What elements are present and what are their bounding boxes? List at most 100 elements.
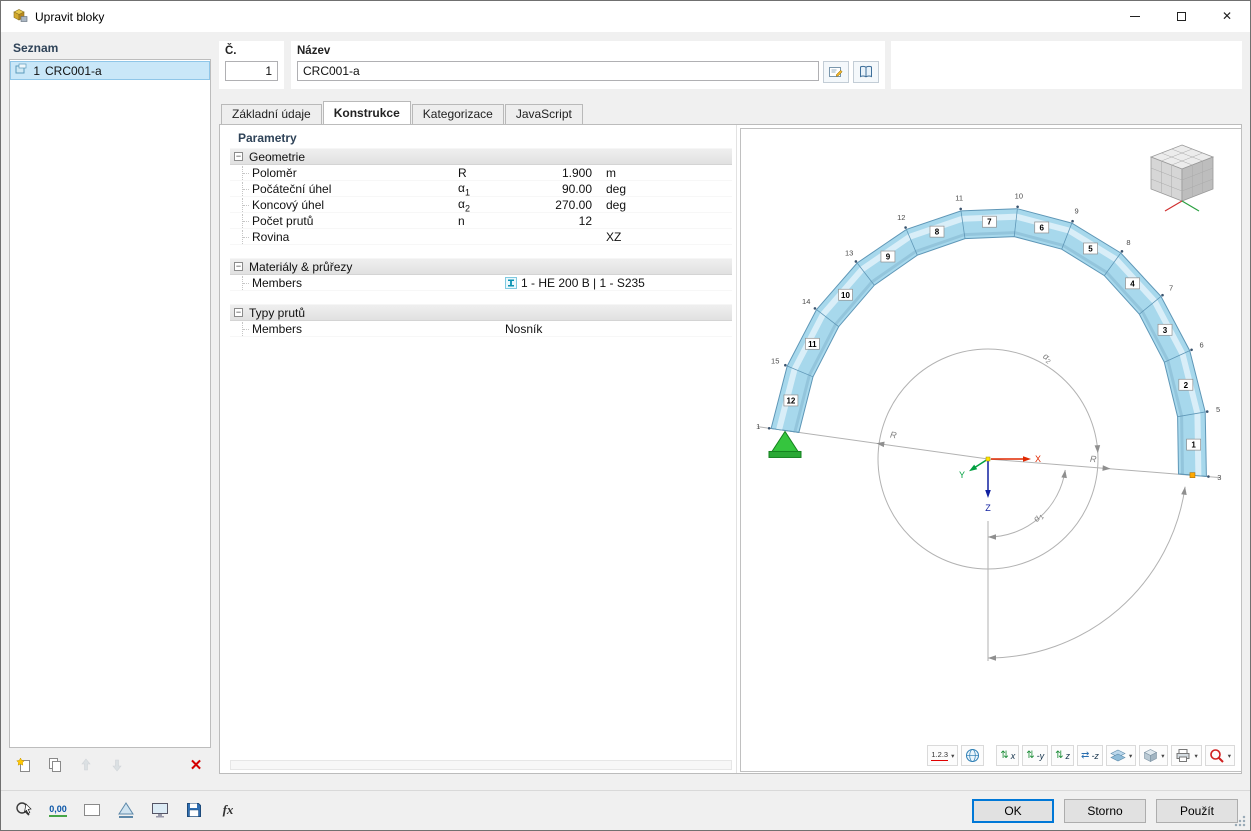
param-symbol: α2	[458, 197, 470, 214]
svg-text:4: 4	[1130, 279, 1135, 288]
globe-icon	[966, 749, 980, 762]
background-rect-icon	[84, 804, 100, 816]
param-value[interactable]: 90.00	[502, 182, 598, 196]
apply-button[interactable]: Použít	[1156, 799, 1238, 823]
numbering-button[interactable]: 1.2.3 ▾	[927, 745, 959, 766]
decimal-places-button[interactable]: 0,00	[45, 797, 71, 823]
titlebar[interactable]: Upravit bloky ✕	[1, 1, 1250, 32]
display-properties-button[interactable]	[961, 745, 985, 766]
param-name: Koncový úhel	[230, 198, 458, 213]
close-button[interactable]: ✕	[1204, 1, 1250, 31]
param-unit: deg	[606, 182, 627, 197]
viewport-canvas[interactable]: RRα2α111514131211 10987653121110987654321…	[741, 129, 1241, 771]
param-group-header[interactable]: − Geometrie	[230, 148, 732, 165]
param-row: Poloměr R 1.900 m	[230, 165, 732, 181]
param-value[interactable]: XZ	[598, 230, 732, 244]
visual-style-button[interactable]: ▾	[1105, 745, 1137, 766]
param-group-header[interactable]: − Materiály & průřezy	[230, 258, 732, 275]
view-cube-button[interactable]: ▾	[1139, 745, 1169, 766]
number-field[interactable]: 1	[225, 61, 278, 81]
name-field[interactable]: CRC001-a	[297, 61, 819, 81]
list-item-block[interactable]: 1 CRC001-a	[10, 61, 210, 80]
param-symbol: R	[458, 165, 467, 180]
printer-icon	[1176, 749, 1190, 762]
dialog-body: Seznam 1 CRC001-a ✕ Č. 1 Název CRC001-a …	[1, 32, 1250, 790]
panel-splitter[interactable]	[736, 125, 737, 773]
param-value[interactable]: 270.00	[502, 198, 598, 212]
tab-javascript[interactable]: JavaScript	[504, 104, 583, 124]
mirror-x-button[interactable]: ⇅ x	[996, 745, 1020, 766]
navigation-cube[interactable]	[1147, 141, 1217, 215]
blocks-list[interactable]: 1 CRC001-a	[9, 59, 211, 748]
formula-icon: fx	[222, 802, 234, 817]
collapse-icon[interactable]: −	[234, 262, 243, 271]
mirror-neg-z-button[interactable]: ⇄ -z	[1077, 745, 1103, 766]
delete-block-button[interactable]: ✕	[183, 753, 209, 777]
param-symbol: α1	[458, 181, 470, 198]
param-value[interactable]: 1 - HE 200 B | 1 - S235	[502, 276, 732, 290]
maximize-button[interactable]	[1158, 1, 1204, 31]
collapse-icon[interactable]: −	[234, 308, 243, 317]
svg-text:R: R	[1090, 454, 1098, 465]
rename-button[interactable]	[823, 61, 849, 83]
tab-kategorizace[interactable]: Kategorizace	[411, 104, 504, 124]
library-button[interactable]	[853, 61, 879, 83]
param-name: Members	[230, 275, 458, 290]
print-graphic-button[interactable]: ▾	[1171, 745, 1202, 766]
svg-text:R: R	[890, 430, 898, 441]
param-group-header[interactable]: − Typy prutů	[230, 304, 732, 321]
param-value[interactable]: Nosník	[502, 322, 732, 336]
formula-button[interactable]: fx	[215, 797, 241, 823]
end-node-marker	[1189, 472, 1196, 478]
zoom-button[interactable]: ▾	[1204, 745, 1235, 766]
ok-button[interactable]: OK	[972, 799, 1054, 823]
parameters-scrollbar[interactable]	[230, 760, 732, 770]
viewport[interactable]: R Rα2 α1 1 15 14 13 12 11 10 9 8 7 6 5 3 12 11 10 9 8 7 6 5 4 3 2 1…	[740, 128, 1242, 772]
minimize-button[interactable]	[1112, 1, 1158, 31]
display-settings-button[interactable]	[147, 797, 173, 823]
svg-text:9: 9	[886, 253, 891, 262]
resize-grip[interactable]	[1234, 814, 1247, 827]
svg-text:12: 12	[786, 396, 795, 405]
work-plane-button[interactable]	[113, 797, 139, 823]
svg-text:5: 5	[1216, 405, 1220, 414]
param-value[interactable]: 12	[502, 214, 598, 228]
new-block-button[interactable]	[11, 753, 37, 777]
move-up-button[interactable]	[73, 753, 99, 777]
viewport-toolbar: 1.2.3 ▾ ⇅ x ⇅ -y ⇅ z ⇄ -z ▾ ▾ ▾ ▾	[927, 745, 1235, 766]
svg-text:Z: Z	[985, 503, 991, 513]
param-unit: deg	[606, 198, 627, 213]
mirror-z-button[interactable]: ⇅ z	[1051, 745, 1075, 766]
tab-zakladni-udaje[interactable]: Základní údaje	[221, 104, 322, 124]
blocks-app-icon	[10, 6, 28, 27]
copy-block-button[interactable]	[42, 753, 68, 777]
param-row: Počáteční úhel α1 90.00 deg	[230, 181, 732, 197]
new-page-icon	[16, 757, 30, 772]
section-icon	[505, 276, 517, 289]
maximize-icon	[1176, 11, 1186, 21]
caret-icon: ▾	[951, 752, 955, 760]
save-settings-button[interactable]	[181, 797, 207, 823]
zoom-select-button[interactable]	[11, 797, 37, 823]
svg-text:7: 7	[1169, 284, 1173, 293]
group-label: Geometrie	[249, 149, 306, 164]
sidebar: Seznam 1 CRC001-a ✕	[9, 41, 211, 778]
tab-page-konstrukce: Parametry − Geometrie Poloměr R 1.900 m Počáte…	[219, 124, 1242, 774]
cancel-button[interactable]: Storno	[1064, 799, 1146, 823]
tab-konstrukce[interactable]: Konstrukce	[322, 101, 411, 124]
parameters-panel: Parametry − Geometrie Poloměr R 1.900 m Počáte…	[230, 128, 732, 770]
background-color-button[interactable]	[79, 797, 105, 823]
statusbar: 0,00 fx OK Storno Použít	[1, 790, 1250, 830]
book-icon	[860, 65, 872, 78]
param-value[interactable]: 1.900	[502, 166, 598, 180]
mirror-y-button[interactable]: ⇅ -y	[1022, 745, 1049, 766]
number-label: Č.	[225, 45, 237, 57]
group-label: Typy prutů	[249, 305, 306, 320]
updown-arrows-icon: ⇅	[1000, 749, 1009, 761]
param-name: Rovina	[230, 229, 458, 244]
collapse-icon[interactable]: −	[234, 152, 243, 161]
svg-text:3: 3	[1163, 326, 1168, 335]
move-down-button[interactable]	[104, 753, 130, 777]
svg-text:5: 5	[1088, 244, 1093, 253]
